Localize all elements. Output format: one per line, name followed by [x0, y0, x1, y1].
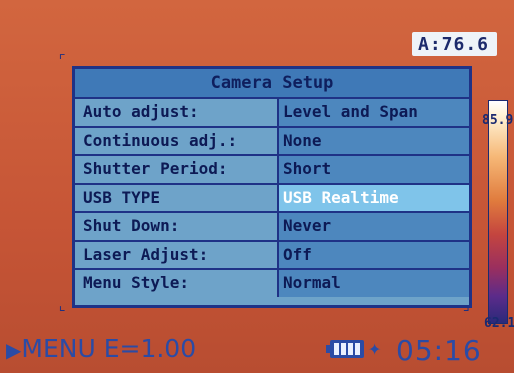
- scale-min-label: 62.1: [484, 316, 514, 331]
- frame-corner-bottom-left: ⌞: [58, 298, 67, 314]
- menu-indicator[interactable]: ▶MENU E=1.00: [6, 334, 196, 363]
- setting-value[interactable]: Short: [277, 156, 469, 183]
- setting-value[interactable]: Level and Span: [277, 99, 469, 126]
- color-scale-bar: [488, 100, 508, 324]
- scale-max-label: 85.9: [482, 113, 514, 128]
- temperature-readout: A:76.6: [412, 32, 498, 56]
- play-arrow-icon: ▶: [6, 338, 22, 362]
- setting-row-menu-style[interactable]: Menu Style: Normal: [75, 270, 469, 297]
- clock-time: 05:16: [396, 334, 482, 367]
- setting-label: Auto adjust:: [83, 102, 199, 121]
- setting-row-shut-down[interactable]: Shut Down: Never: [75, 213, 469, 242]
- setting-label: Menu Style:: [83, 273, 189, 292]
- battery-icon: [326, 340, 364, 358]
- setting-label: Laser Adjust:: [83, 244, 209, 264]
- setting-value[interactable]: Normal: [277, 270, 469, 297]
- setting-row-auto-adjust[interactable]: Auto adjust: Level and Span: [75, 99, 469, 128]
- setting-row-continuous-adj[interactable]: Continuous adj.: None: [75, 127, 469, 156]
- setting-row-laser-adjust[interactable]: Laser Adjust: Off: [75, 241, 469, 270]
- setting-value[interactable]: Never: [277, 213, 469, 240]
- camera-setup-dialog: Camera Setup Auto adjust: Level and Span…: [72, 66, 472, 308]
- laser-pointer-icon: ✦: [368, 336, 382, 361]
- setting-value[interactable]: None: [277, 127, 469, 154]
- menu-emissivity-text: MENU E=1.00: [21, 334, 197, 363]
- setting-label: Shut Down:: [83, 216, 180, 235]
- setting-label: Continuous adj.:: [83, 130, 238, 150]
- settings-list: Auto adjust: Level and Span Continuous a…: [75, 99, 469, 297]
- setting-row-usb-type[interactable]: USB TYPE USB Realtime: [75, 184, 469, 213]
- setting-value-selected[interactable]: USB Realtime: [277, 184, 469, 211]
- frame-corner-top-left: ⌜: [58, 52, 67, 68]
- setting-row-shutter-period[interactable]: Shutter Period: Short: [75, 156, 469, 185]
- setting-value[interactable]: Off: [277, 241, 469, 268]
- setting-label: Shutter Period:: [83, 159, 228, 178]
- dialog-title: Camera Setup: [75, 69, 469, 99]
- setting-label: USB TYPE: [83, 187, 161, 207]
